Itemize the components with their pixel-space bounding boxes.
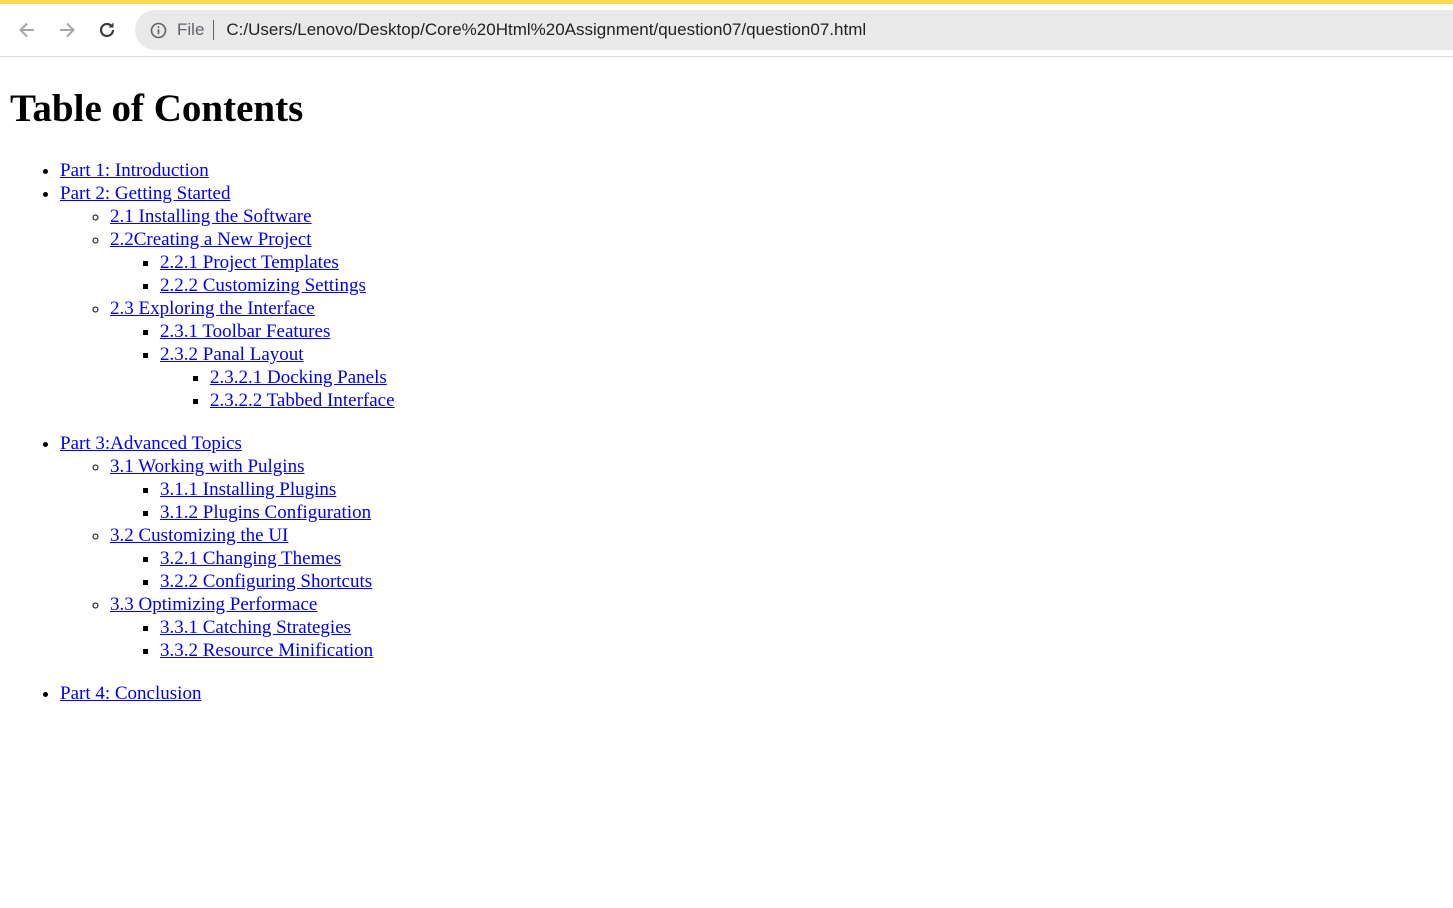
toc-link-2-3-2-1[interactable]: 2.3.2.1 Docking Panels <box>210 367 387 388</box>
toc-item-3-3-2: 3.3.2 Resource Minification <box>160 639 1453 662</box>
toc-item-part1: Part 1: Introduction <box>60 159 1453 182</box>
toc-sublist-3-3: 3.3.1 Catching Strategies 3.3.2 Resource… <box>110 616 1453 662</box>
url-text[interactable]: C:/Users/Lenovo/Desktop/Core%20Html%20As… <box>226 20 866 40</box>
toc-link-3-2-2[interactable]: 3.2.2 Configuring Shortcuts <box>160 571 372 592</box>
toc-item-3-1-2: 3.1.2 Plugins Configuration <box>160 501 1453 524</box>
reload-icon <box>99 22 115 38</box>
toc-sublist-2-3: 2.3.1 Toolbar Features 2.3.2 Panal Layou… <box>110 320 1453 412</box>
toc-link-2-3-1[interactable]: 2.3.1 Toolbar Features <box>160 321 330 342</box>
toc-item-3-3: 3.3 Optimizing Performace 3.3.1 Catching… <box>110 593 1453 662</box>
toc-link-2-2-2[interactable]: 2.2.2 Customizing Settings <box>160 275 366 296</box>
toc-item-3-3-1: 3.3.1 Catching Strategies <box>160 616 1453 639</box>
back-button[interactable] <box>7 10 47 50</box>
toc-item-3-2-1: 3.2.1 Changing Themes <box>160 547 1453 570</box>
toc-link-2-3[interactable]: 2.3 Exploring the Interface <box>110 298 315 319</box>
toc-list: Part 1: Introduction Part 2: Getting Sta… <box>10 159 1453 705</box>
toc-item-2-2-1: 2.2.1 Project Templates <box>160 251 1453 274</box>
toc-item-3-2-2: 3.2.2 Configuring Shortcuts <box>160 570 1453 593</box>
toc-link-3-3[interactable]: 3.3 Optimizing Performace <box>110 594 317 615</box>
toc-item-2-2: 2.2Creating a New Project 2.2.1 Project … <box>110 228 1453 297</box>
arrow-right-icon <box>60 22 75 38</box>
toc-link-3-2-1[interactable]: 3.2.1 Changing Themes <box>160 548 341 569</box>
toc-sublist-2-2: 2.2.1 Project Templates 2.2.2 Customizin… <box>110 251 1453 297</box>
toc-item-2-3-2: 2.3.2 Panal Layout 2.3.2.1 Docking Panel… <box>160 343 1453 412</box>
address-bar[interactable]: File C:/Users/Lenovo/Desktop/Core%20Html… <box>135 10 1453 50</box>
toc-item-2-3-1: 2.3.1 Toolbar Features <box>160 320 1453 343</box>
toc-link-3-1-1[interactable]: 3.1.1 Installing Plugins <box>160 479 336 500</box>
toc-item-part4: Part 4: Conclusion <box>60 682 1453 705</box>
toc-link-2-2[interactable]: 2.2Creating a New Project <box>110 229 312 250</box>
toc-item-3-1-1: 3.1.1 Installing Plugins <box>160 478 1453 501</box>
toc-link-3-3-2[interactable]: 3.3.2 Resource Minification <box>160 640 373 661</box>
toc-link-3-3-1[interactable]: 3.3.1 Catching Strategies <box>160 617 351 638</box>
toc-item-2-1: 2.1 Installing the Software <box>110 205 1453 228</box>
toc-item-3-2: 3.2 Customizing the UI 3.2.1 Changing Th… <box>110 524 1453 593</box>
toc-sublist-2-3-2: 2.3.2.1 Docking Panels 2.3.2.2 Tabbed In… <box>160 366 1453 412</box>
info-icon[interactable] <box>149 21 167 39</box>
toc-link-3-1-2[interactable]: 3.1.2 Plugins Configuration <box>160 502 371 523</box>
toc-sublist-3-2: 3.2.1 Changing Themes 3.2.2 Configuring … <box>110 547 1453 593</box>
page-title: Table of Contents <box>10 87 304 130</box>
toc-link-part1[interactable]: Part 1: Introduction <box>60 160 209 181</box>
toc-link-3-2[interactable]: 3.2 Customizing the UI <box>110 525 288 546</box>
toc-item-2-3-2-2: 2.3.2.2 Tabbed Interface <box>210 389 1453 412</box>
toc-sublist-part2: 2.1 Installing the Software 2.2Creating … <box>60 205 1453 412</box>
toc-item-part2: Part 2: Getting Started 2.1 Installing t… <box>60 182 1453 412</box>
page-content: Table of Contents Part 1: Introduction P… <box>0 87 1453 705</box>
toc-item-2-2-2: 2.2.2 Customizing Settings <box>160 274 1453 297</box>
scheme-label: File <box>177 20 205 39</box>
toc-item-3-1: 3.1 Working with Pulgins 3.1.1 Installin… <box>110 455 1453 524</box>
reload-button[interactable] <box>87 10 127 50</box>
toc-item-part3: Part 3:Advanced Topics 3.1 Working with … <box>60 432 1453 662</box>
toc-link-2-2-1[interactable]: 2.2.1 Project Templates <box>160 252 339 273</box>
toc-sublist-3-1: 3.1.1 Installing Plugins 3.1.2 Plugins C… <box>110 478 1453 524</box>
arrow-left-icon <box>19 22 34 38</box>
toc-link-part3[interactable]: Part 3:Advanced Topics <box>60 433 242 454</box>
browser-toolbar: File C:/Users/Lenovo/Desktop/Core%20Html… <box>0 4 1453 57</box>
toc-item-2-3-2-1: 2.3.2.1 Docking Panels <box>210 366 1453 389</box>
toc-link-part2[interactable]: Part 2: Getting Started <box>60 183 230 204</box>
toc-item-2-3: 2.3 Exploring the Interface 2.3.1 Toolba… <box>110 297 1453 412</box>
forward-button[interactable] <box>47 10 87 50</box>
scheme-divider <box>213 20 215 40</box>
toc-link-2-1[interactable]: 2.1 Installing the Software <box>110 206 312 227</box>
toc-sublist-part3: 3.1 Working with Pulgins 3.1.1 Installin… <box>60 455 1453 662</box>
toc-link-3-1[interactable]: 3.1 Working with Pulgins <box>110 456 304 477</box>
toc-link-part4[interactable]: Part 4: Conclusion <box>60 683 201 704</box>
toc-link-2-3-2[interactable]: 2.3.2 Panal Layout <box>160 344 304 365</box>
toc-link-2-3-2-2[interactable]: 2.3.2.2 Tabbed Interface <box>210 390 395 411</box>
